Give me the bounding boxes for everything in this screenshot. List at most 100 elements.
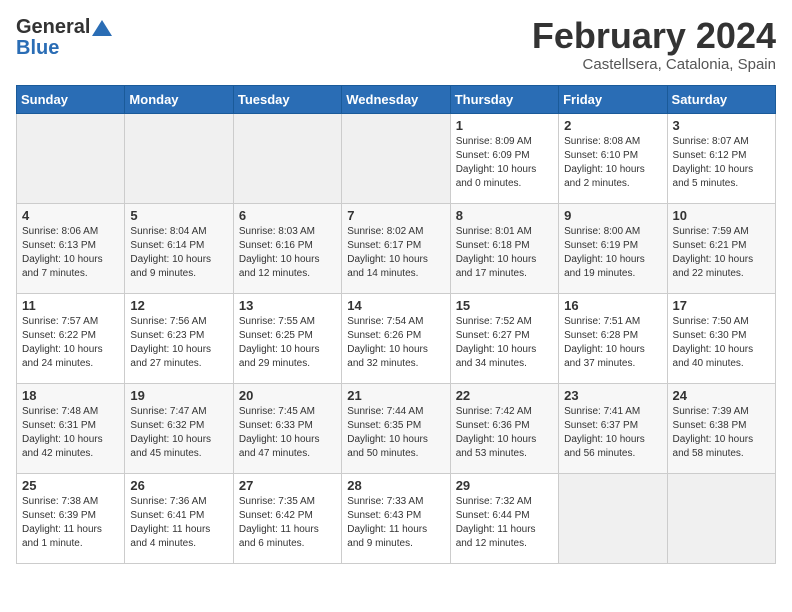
- calendar-table: Sunday Monday Tuesday Wednesday Thursday…: [16, 85, 776, 564]
- day-details: Sunrise: 7:47 AM Sunset: 6:32 PM Dayligh…: [130, 405, 227, 461]
- calendar-week-row: 25 Sunrise: 7:38 AM Sunset: 6:39 PM Dayli…: [17, 473, 776, 563]
- header-friday: Friday: [559, 85, 667, 113]
- header-monday: Monday: [125, 85, 233, 113]
- table-row: [342, 113, 450, 203]
- table-row: 16 Sunrise: 7:51 AM Sunset: 6:28 PM Dayli…: [559, 293, 667, 383]
- table-row: 23Sunrise: 7:41 AM Sunset: 6:37 PM Dayli…: [559, 383, 667, 473]
- day-number: 7: [347, 208, 444, 223]
- logo: General Blue: [16, 16, 112, 60]
- day-details: Sunrise: 7:56 AM Sunset: 6:23 PM Dayligh…: [130, 315, 227, 371]
- header-sunday: Sunday: [17, 85, 125, 113]
- table-row: 15 Sunrise: 7:52 AM Sunset: 6:27 PM Dayli…: [450, 293, 558, 383]
- day-details: Sunrise: 8:01 AM Sunset: 6:18 PM Dayligh…: [456, 225, 553, 281]
- table-row: 14Sunrise: 7:54 AM Sunset: 6:26 PM Dayli…: [342, 293, 450, 383]
- table-row: 6 Sunrise: 8:03 AM Sunset: 6:16 PM Daylig…: [233, 203, 341, 293]
- calendar-week-row: 1Sunrise: 8:09 AM Sunset: 6:09 PM Daylig…: [17, 113, 776, 203]
- day-number: 19: [130, 388, 227, 403]
- table-row: [125, 113, 233, 203]
- logo-general-text: General: [16, 16, 90, 39]
- day-number: 16: [564, 298, 661, 313]
- table-row: 9 Sunrise: 8:00 AM Sunset: 6:19 PM Daylig…: [559, 203, 667, 293]
- day-details: Sunrise: 7:36 AM Sunset: 6:41 PM Dayligh…: [130, 495, 227, 551]
- header-wednesday: Wednesday: [342, 85, 450, 113]
- table-row: 4 Sunrise: 8:06 AM Sunset: 6:13 PM Daylig…: [17, 203, 125, 293]
- day-number: 25: [22, 478, 119, 493]
- table-row: 29 Sunrise: 7:32 AM Sunset: 6:44 PM Dayli…: [450, 473, 558, 563]
- calendar-week-row: 11 Sunrise: 7:57 AM Sunset: 6:22 PM Dayli…: [17, 293, 776, 383]
- day-number: 5: [130, 208, 227, 223]
- table-row: 2 Sunrise: 8:08 AM Sunset: 6:10 PM Daylig…: [559, 113, 667, 203]
- day-number: 2: [564, 118, 661, 133]
- day-number: 21: [347, 388, 444, 403]
- table-row: 17 Sunrise: 7:50 AM Sunset: 6:30 PM Dayli…: [667, 293, 775, 383]
- day-details: Sunrise: 8:06 AM Sunset: 6:13 PM Dayligh…: [22, 225, 119, 281]
- table-row: 11 Sunrise: 7:57 AM Sunset: 6:22 PM Dayli…: [17, 293, 125, 383]
- day-number: 20: [239, 388, 336, 403]
- header-thursday: Thursday: [450, 85, 558, 113]
- day-number: 13: [239, 298, 336, 313]
- day-details: Sunrise: 8:09 AM Sunset: 6:09 PM Dayligh…: [456, 135, 553, 191]
- day-details: Sunrise: 7:39 AM Sunset: 6:38 PM Dayligh…: [673, 405, 770, 461]
- table-row: 5 Sunrise: 8:04 AM Sunset: 6:14 PM Daylig…: [125, 203, 233, 293]
- location-subtitle: Castellsera, Catalonia, Spain: [532, 56, 776, 73]
- day-details: Sunrise: 8:08 AM Sunset: 6:10 PM Dayligh…: [564, 135, 661, 191]
- day-number: 15: [456, 298, 553, 313]
- day-details: Sunrise: 7:54 AM Sunset: 6:26 PM Dayligh…: [347, 315, 444, 371]
- day-number: 6: [239, 208, 336, 223]
- table-row: 27 Sunrise: 7:35 AM Sunset: 6:42 PM Dayli…: [233, 473, 341, 563]
- logo-blue-text: Blue: [16, 37, 59, 60]
- day-details: Sunrise: 7:44 AM Sunset: 6:35 PM Dayligh…: [347, 405, 444, 461]
- table-row: 21 Sunrise: 7:44 AM Sunset: 6:35 PM Dayli…: [342, 383, 450, 473]
- table-row: 1Sunrise: 8:09 AM Sunset: 6:09 PM Daylig…: [450, 113, 558, 203]
- day-number: 11: [22, 298, 119, 313]
- day-details: Sunrise: 7:33 AM Sunset: 6:43 PM Dayligh…: [347, 495, 444, 551]
- day-details: Sunrise: 7:45 AM Sunset: 6:33 PM Dayligh…: [239, 405, 336, 461]
- day-details: Sunrise: 7:57 AM Sunset: 6:22 PM Dayligh…: [22, 315, 119, 371]
- day-details: Sunrise: 8:04 AM Sunset: 6:14 PM Dayligh…: [130, 225, 227, 281]
- title-block: February 2024 Castellsera, Catalonia, Sp…: [532, 16, 776, 73]
- header-tuesday: Tuesday: [233, 85, 341, 113]
- table-row: 19 Sunrise: 7:47 AM Sunset: 6:32 PM Dayli…: [125, 383, 233, 473]
- calendar-header-row: Sunday Monday Tuesday Wednesday Thursday…: [17, 85, 776, 113]
- day-details: Sunrise: 7:35 AM Sunset: 6:42 PM Dayligh…: [239, 495, 336, 551]
- day-number: 3: [673, 118, 770, 133]
- day-number: 17: [673, 298, 770, 313]
- logo-icon: [92, 20, 112, 36]
- day-number: 18: [22, 388, 119, 403]
- day-details: Sunrise: 8:03 AM Sunset: 6:16 PM Dayligh…: [239, 225, 336, 281]
- day-details: Sunrise: 8:02 AM Sunset: 6:17 PM Dayligh…: [347, 225, 444, 281]
- day-number: 28: [347, 478, 444, 493]
- day-number: 29: [456, 478, 553, 493]
- day-details: Sunrise: 8:07 AM Sunset: 6:12 PM Dayligh…: [673, 135, 770, 191]
- table-row: 7 Sunrise: 8:02 AM Sunset: 6:17 PM Daylig…: [342, 203, 450, 293]
- header-saturday: Saturday: [667, 85, 775, 113]
- day-details: Sunrise: 8:00 AM Sunset: 6:19 PM Dayligh…: [564, 225, 661, 281]
- day-details: Sunrise: 7:51 AM Sunset: 6:28 PM Dayligh…: [564, 315, 661, 371]
- day-number: 4: [22, 208, 119, 223]
- table-row: [559, 473, 667, 563]
- month-year-title: February 2024: [532, 16, 776, 56]
- table-row: 12Sunrise: 7:56 AM Sunset: 6:23 PM Dayli…: [125, 293, 233, 383]
- day-number: 24: [673, 388, 770, 403]
- day-details: Sunrise: 7:52 AM Sunset: 6:27 PM Dayligh…: [456, 315, 553, 371]
- day-details: Sunrise: 7:42 AM Sunset: 6:36 PM Dayligh…: [456, 405, 553, 461]
- table-row: 18Sunrise: 7:48 AM Sunset: 6:31 PM Dayli…: [17, 383, 125, 473]
- day-number: 26: [130, 478, 227, 493]
- table-row: 28 Sunrise: 7:33 AM Sunset: 6:43 PM Dayli…: [342, 473, 450, 563]
- table-row: 25 Sunrise: 7:38 AM Sunset: 6:39 PM Dayli…: [17, 473, 125, 563]
- table-row: 20 Sunrise: 7:45 AM Sunset: 6:33 PM Dayli…: [233, 383, 341, 473]
- day-details: Sunrise: 7:41 AM Sunset: 6:37 PM Dayligh…: [564, 405, 661, 461]
- day-details: Sunrise: 7:50 AM Sunset: 6:30 PM Dayligh…: [673, 315, 770, 371]
- day-number: 9: [564, 208, 661, 223]
- day-details: Sunrise: 7:32 AM Sunset: 6:44 PM Dayligh…: [456, 495, 553, 551]
- table-row: 24 Sunrise: 7:39 AM Sunset: 6:38 PM Dayli…: [667, 383, 775, 473]
- table-row: 10Sunrise: 7:59 AM Sunset: 6:21 PM Dayli…: [667, 203, 775, 293]
- day-details: Sunrise: 7:38 AM Sunset: 6:39 PM Dayligh…: [22, 495, 119, 551]
- table-row: 8Sunrise: 8:01 AM Sunset: 6:18 PM Daylig…: [450, 203, 558, 293]
- day-details: Sunrise: 7:55 AM Sunset: 6:25 PM Dayligh…: [239, 315, 336, 371]
- table-row: [17, 113, 125, 203]
- table-row: 13 Sunrise: 7:55 AM Sunset: 6:25 PM Dayli…: [233, 293, 341, 383]
- day-number: 27: [239, 478, 336, 493]
- calendar-week-row: 4 Sunrise: 8:06 AM Sunset: 6:13 PM Daylig…: [17, 203, 776, 293]
- day-number: 22: [456, 388, 553, 403]
